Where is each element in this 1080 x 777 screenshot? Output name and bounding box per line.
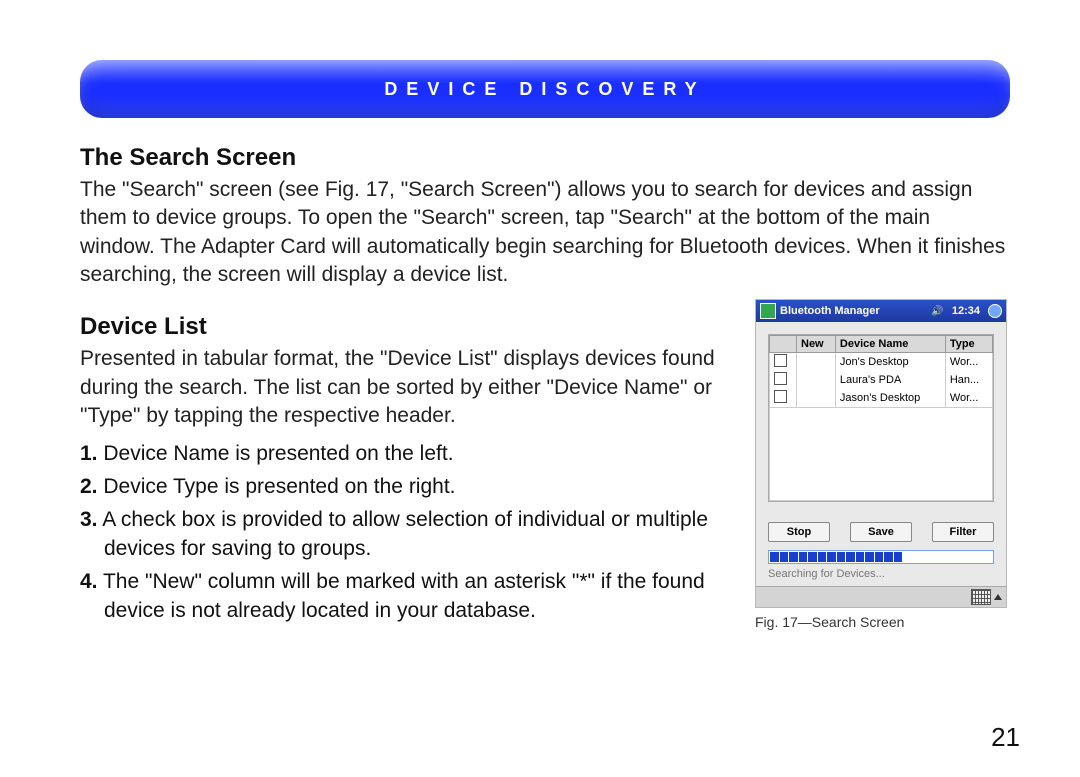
- col-device-name[interactable]: Device Name: [835, 336, 945, 353]
- cell-type: Han...: [945, 371, 992, 389]
- stop-button[interactable]: Stop: [768, 522, 830, 542]
- device-table: New Device Name Type Jon's Desktop Wor..…: [769, 335, 993, 501]
- left-column: Device List Presented in tabular format,…: [80, 299, 737, 630]
- list-item: 4. The "New" column will be marked with …: [80, 568, 737, 626]
- col-checkbox[interactable]: [770, 336, 797, 353]
- device-table-wrapper: New Device Name Type Jon's Desktop Wor..…: [768, 334, 994, 502]
- table-row[interactable]: Jon's Desktop Wor...: [770, 353, 993, 372]
- progress-segment: [884, 552, 893, 562]
- cell-type: Wor...: [945, 353, 992, 372]
- progress-segment: [789, 552, 798, 562]
- list-number: 4.: [80, 570, 98, 593]
- pda-title: Bluetooth Manager: [780, 305, 927, 317]
- cell-new: [797, 353, 836, 372]
- save-button[interactable]: Save: [850, 522, 912, 542]
- pda-button-row: Stop Save Filter: [756, 514, 1006, 546]
- keyboard-icon[interactable]: [971, 589, 991, 605]
- pda-time: 12:34: [952, 305, 980, 317]
- table-header-row: New Device Name Type: [770, 336, 993, 353]
- cell-device-name: Laura's PDA: [835, 371, 945, 389]
- list-number: 3.: [80, 508, 98, 531]
- progress-segment: [856, 552, 865, 562]
- list-item: 3. A check box is provided to allow sele…: [80, 506, 737, 564]
- progress-segment: [846, 552, 855, 562]
- progress-wrap: [756, 546, 1006, 566]
- progress-segment: [818, 552, 827, 562]
- progress-bar: [768, 550, 994, 564]
- pda-screenshot: Bluetooth Manager 12:34 New Device Name …: [755, 299, 1007, 608]
- progress-segment: [875, 552, 884, 562]
- cell-type: Wor...: [945, 389, 992, 408]
- list-item: 1. Device Name is presented on the left.: [80, 440, 737, 469]
- cell-new: [797, 389, 836, 408]
- status-text: Searching for Devices...: [756, 566, 1006, 586]
- device-list-heading: Device List: [80, 313, 737, 341]
- list-text: The "New" column will be marked with an …: [98, 570, 705, 622]
- cell-device-name: Jon's Desktop: [835, 353, 945, 372]
- windows-icon: [760, 303, 776, 319]
- filter-button[interactable]: Filter: [932, 522, 994, 542]
- progress-segment: [827, 552, 836, 562]
- col-type[interactable]: Type: [945, 336, 992, 353]
- page-number: 21: [991, 722, 1020, 753]
- search-screen-heading: The Search Screen: [80, 144, 1010, 172]
- list-text: Device Name is presented on the left.: [98, 442, 454, 465]
- list-text: Device Type is presented on the right.: [98, 475, 456, 498]
- col-new[interactable]: New: [797, 336, 836, 353]
- volume-icon: [931, 305, 943, 317]
- close-icon[interactable]: [988, 304, 1002, 318]
- list-number: 1.: [80, 442, 98, 465]
- chevron-up-icon[interactable]: [994, 594, 1002, 600]
- device-list-paragraph: Presented in tabular format, the "Device…: [80, 345, 737, 430]
- progress-segment: [808, 552, 817, 562]
- banner-title: DEVICE DISCOVERY: [384, 79, 705, 100]
- checkbox[interactable]: [774, 354, 787, 367]
- search-screen-paragraph: The "Search" screen (see Fig. 17, "Searc…: [80, 176, 1010, 289]
- pda-bottom-bar: [756, 586, 1006, 607]
- cell-new: [797, 371, 836, 389]
- progress-segment: [770, 552, 779, 562]
- figure-caption: Fig. 17—Search Screen: [755, 614, 1010, 630]
- checkbox[interactable]: [774, 390, 787, 403]
- progress-segment: [894, 552, 903, 562]
- progress-segment: [837, 552, 846, 562]
- list-text: A check box is provided to allow selecti…: [98, 508, 709, 560]
- progress-segment: [799, 552, 808, 562]
- device-list-points: 1. Device Name is presented on the left.…: [80, 440, 737, 626]
- document-page: DEVICE DISCOVERY The Search Screen The "…: [0, 0, 1080, 777]
- list-number: 2.: [80, 475, 98, 498]
- table-row[interactable]: Jason's Desktop Wor...: [770, 389, 993, 408]
- figure-column: Bluetooth Manager 12:34 New Device Name …: [755, 299, 1010, 630]
- table-empty-space: [770, 408, 993, 501]
- table-row[interactable]: Laura's PDA Han...: [770, 371, 993, 389]
- checkbox[interactable]: [774, 372, 787, 385]
- section-banner: DEVICE DISCOVERY: [80, 60, 1010, 118]
- progress-segment: [780, 552, 789, 562]
- cell-device-name: Jason's Desktop: [835, 389, 945, 408]
- list-item: 2. Device Type is presented on the right…: [80, 473, 737, 502]
- pda-titlebar: Bluetooth Manager 12:34: [756, 300, 1006, 322]
- progress-segment: [865, 552, 874, 562]
